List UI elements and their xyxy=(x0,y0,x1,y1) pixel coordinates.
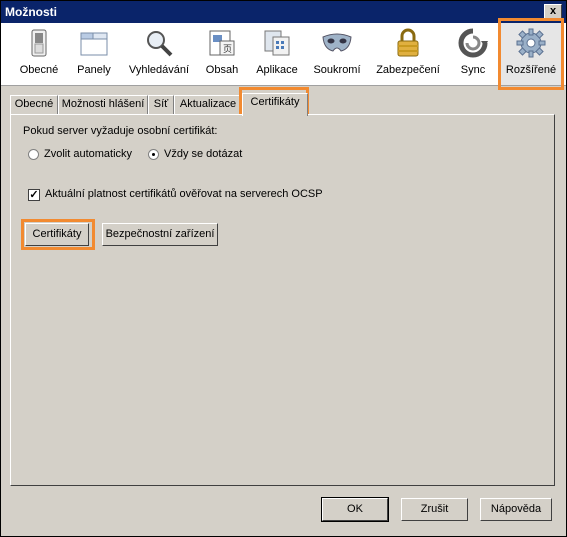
certificates-panel: Pokud server vyžaduje osobní certifikát:… xyxy=(10,114,555,486)
toolbar-item-general[interactable]: Obecné xyxy=(13,23,65,85)
content-page-icon: 页 xyxy=(209,30,235,56)
radio-select-automatically-label[interactable]: Zvolit automaticky xyxy=(44,148,132,160)
tab-data-choices[interactable]: Možnosti hlášení xyxy=(58,95,148,114)
tab-update[interactable]: Aktualizace xyxy=(174,95,242,114)
toolbar-item-tabs[interactable]: Panely xyxy=(69,23,119,85)
ok-button[interactable]: OK xyxy=(321,497,389,522)
window-title: Možnosti xyxy=(5,5,57,19)
tab-network[interactable]: Síť xyxy=(148,95,174,114)
help-button[interactable]: Nápověda xyxy=(480,498,552,521)
toolbar-item-advanced[interactable]: Rozšířené xyxy=(500,23,562,85)
gear-icon xyxy=(516,28,546,58)
security-devices-button[interactable]: Bezpečnostní zařízení xyxy=(102,223,218,246)
padlock-icon xyxy=(397,28,419,57)
certificates-button[interactable]: Certifikáty xyxy=(25,223,89,246)
mask-icon xyxy=(322,33,352,52)
radio-select-automatically[interactable] xyxy=(28,149,39,160)
toolbar-item-security[interactable]: Zabezpečení xyxy=(373,23,443,85)
close-button[interactable]: x xyxy=(544,4,562,20)
certificate-request-label: Pokud server vyžaduje osobní certifikát: xyxy=(23,125,218,137)
toolbar-item-content[interactable]: 页 Obsah xyxy=(199,23,245,85)
sync-icon xyxy=(458,28,488,58)
switch-icon xyxy=(31,29,47,57)
window-tabs-icon xyxy=(80,32,108,56)
toolbar-item-search[interactable]: Vyhledávání xyxy=(125,23,193,85)
title-bar: Možnosti x xyxy=(1,1,566,23)
svg-text:页: 页 xyxy=(223,44,232,54)
cancel-button[interactable]: Zrušit xyxy=(401,498,468,521)
magnifier-icon xyxy=(147,31,173,57)
ocsp-checkbox-label[interactable]: Aktuální platnost certifikátů ověřovat n… xyxy=(45,188,323,200)
options-dialog: Možnosti x Obecné Panely Vyhledávání 页 O… xyxy=(0,0,567,537)
tab-general[interactable]: Obecné xyxy=(10,95,58,114)
applications-icon xyxy=(264,30,290,56)
category-toolbar: Obecné Panely Vyhledávání 页 Obsah Aplika… xyxy=(1,23,566,86)
toolbar-item-sync[interactable]: Sync xyxy=(451,23,495,85)
toolbar-item-applications[interactable]: Aplikace xyxy=(251,23,303,85)
ocsp-checkbox[interactable]: ✓ xyxy=(28,189,40,201)
toolbar-item-privacy[interactable]: Soukromí xyxy=(311,23,363,85)
radio-ask-every-time-label[interactable]: Vždy se dotázat xyxy=(164,148,242,160)
radio-ask-every-time[interactable] xyxy=(148,149,159,160)
tab-certificates[interactable]: Certifikáty xyxy=(242,93,308,116)
radio-selected-dot xyxy=(152,153,155,156)
